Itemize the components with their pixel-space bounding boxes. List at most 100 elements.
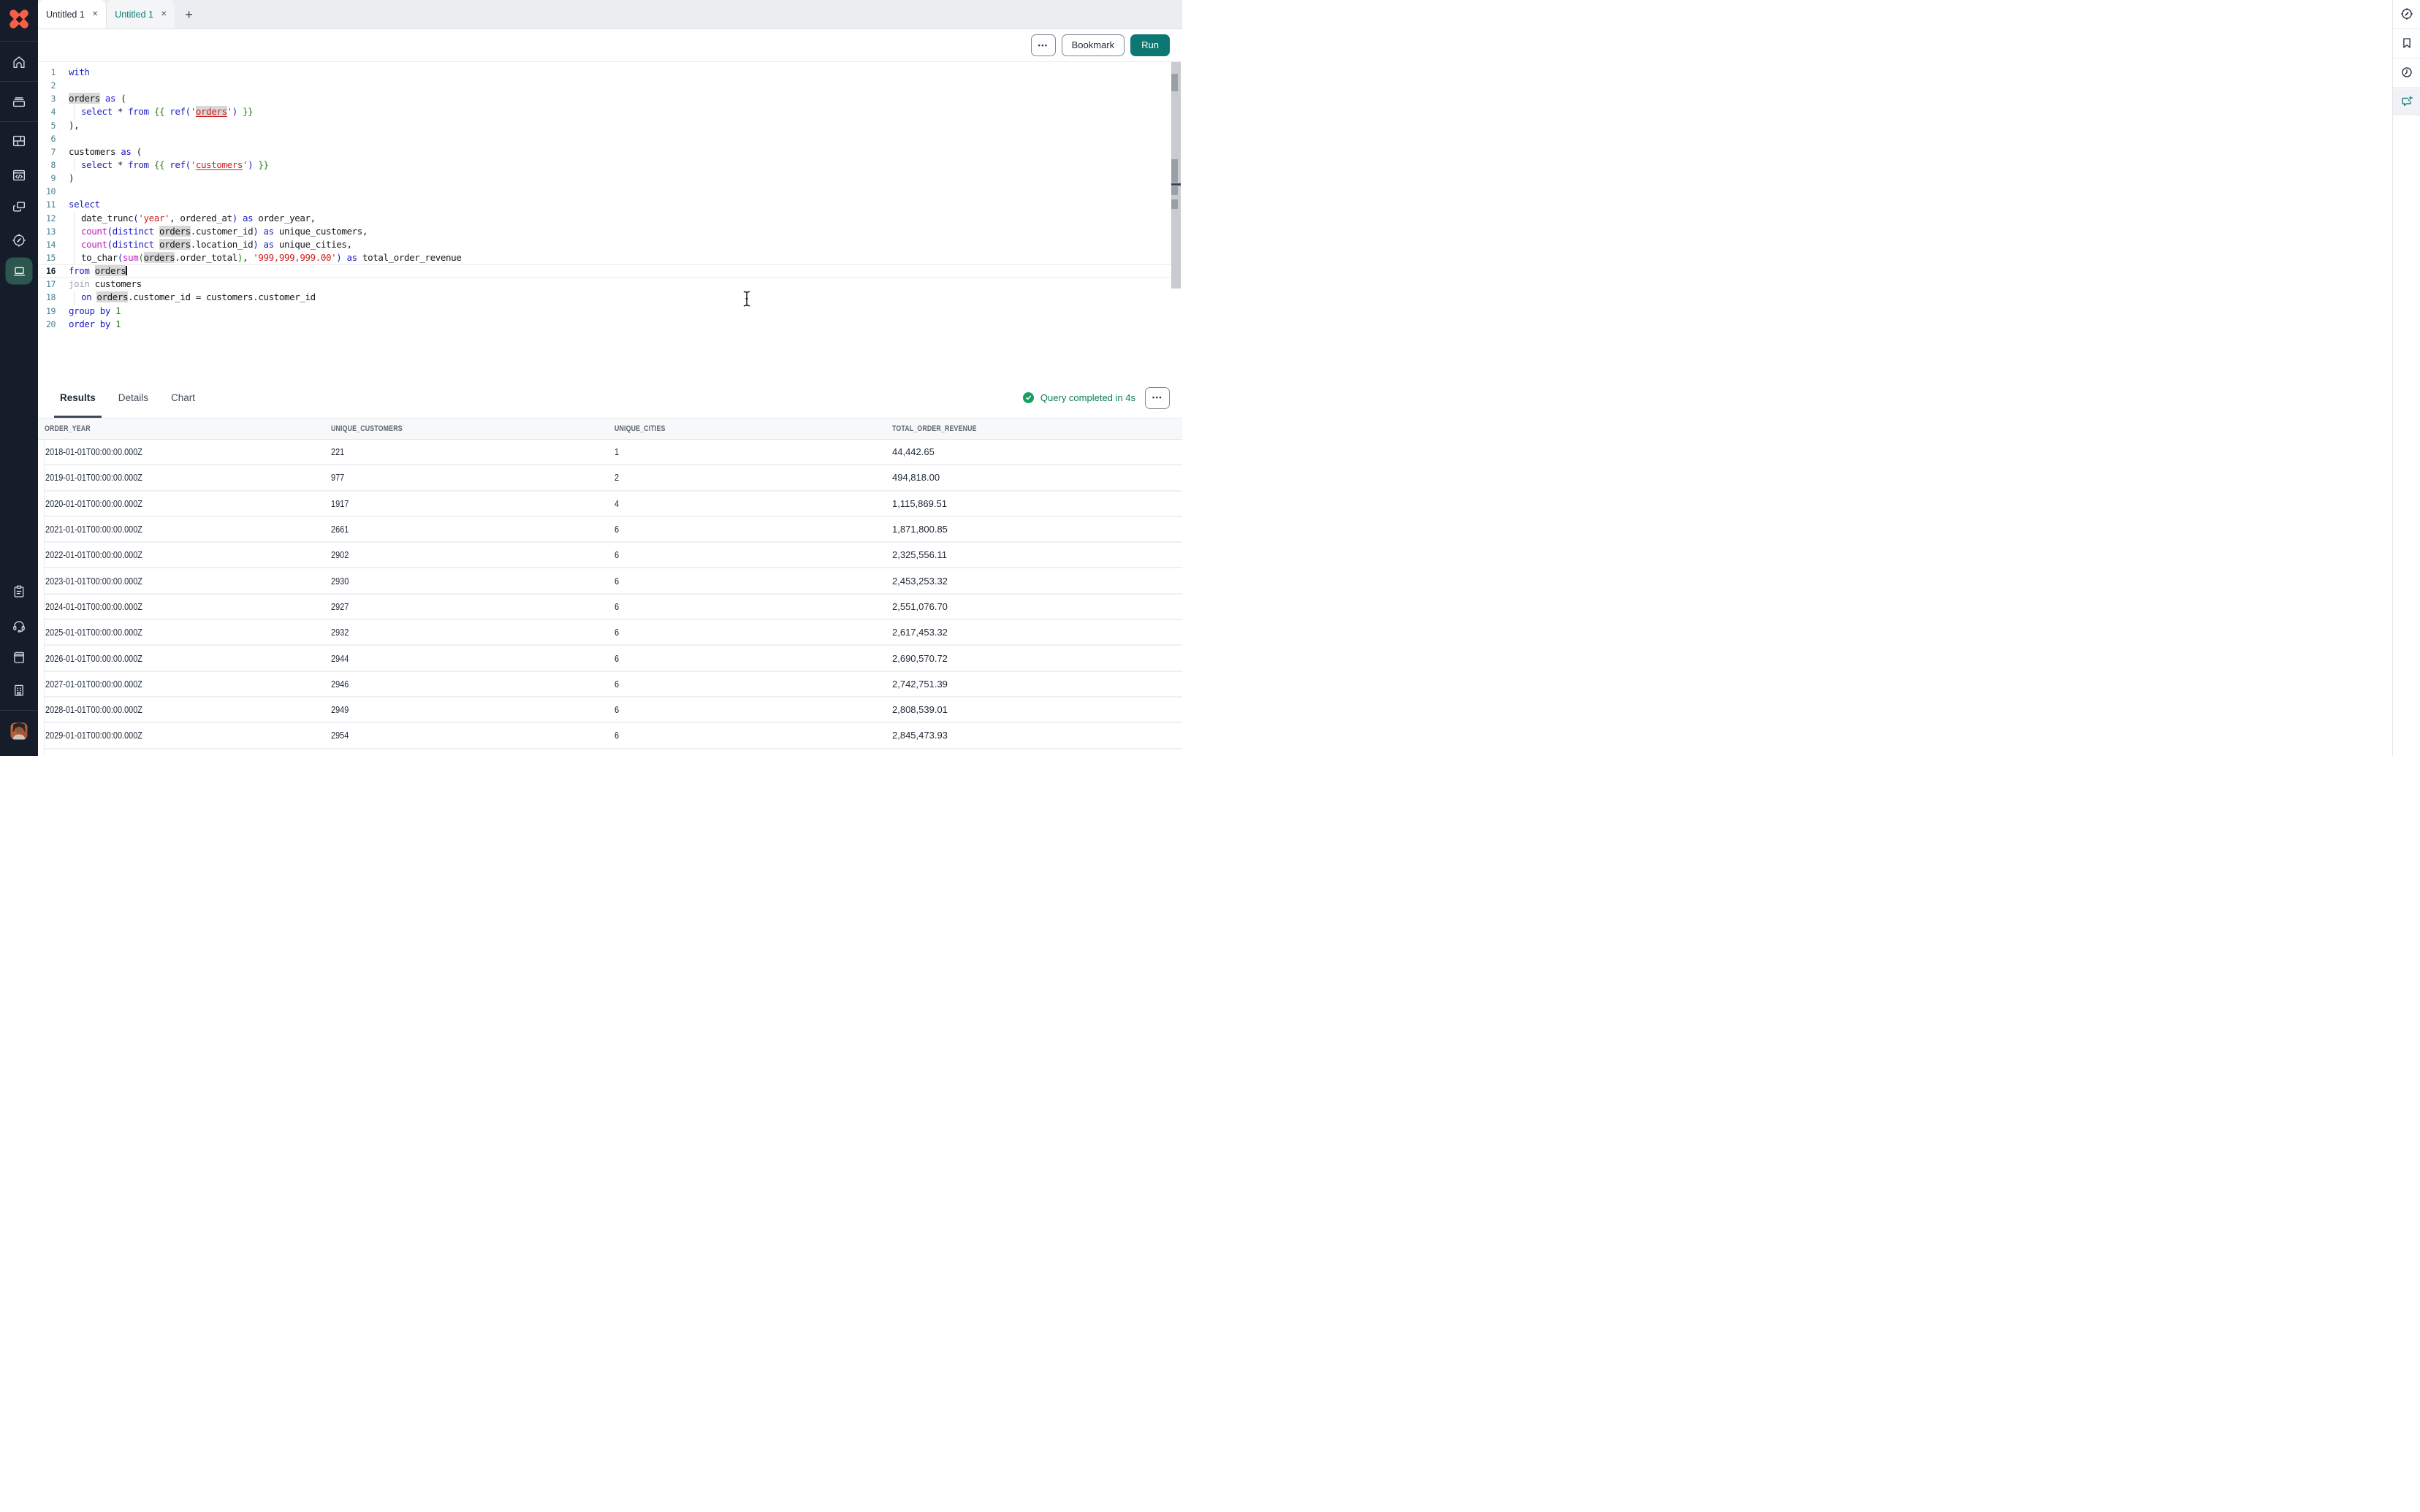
home-icon[interactable] [11,54,27,70]
column-header[interactable]: UNIQUE_CITIES [614,424,892,433]
line-number: 16 [38,265,60,277]
sql-editor[interactable]: 1with23orders as (4select * from {{ ref(… [38,62,1182,378]
table-row[interactable]: 2021-01-01T00:00:00.000Z266161,871,800.8… [45,517,1182,543]
tab-close-icon[interactable]: ✕ [161,11,167,18]
code-line[interactable]: 10 [38,185,1182,198]
tab-label: Untitled 1 [115,9,153,20]
table-row[interactable]: 2023-01-01T00:00:00.000Z293062,453,253.3… [45,568,1182,594]
workstation-laptop-icon[interactable] [6,258,33,285]
bookmark-button[interactable]: Bookmark [1062,34,1125,56]
code-line[interactable]: 1with [38,66,1182,79]
column-header[interactable]: UNIQUE_CUSTOMERS [331,424,614,433]
table-row[interactable]: 2018-01-01T00:00:00.000Z221144,442.65 [45,440,1182,465]
support-headset-icon[interactable] [12,619,27,634]
table-cell: 6 [614,549,892,560]
results-tab-results[interactable]: Results [58,378,97,418]
table-cell: 2930 [331,576,614,587]
code-line[interactable]: 18on orders.customer_id = customers.cust… [38,291,1182,304]
code-line[interactable]: 5), [38,119,1182,132]
apps-grid-icon[interactable] [11,133,27,149]
code-line[interactable]: 11select [38,198,1182,211]
table-cell: 2021-01-01T00:00:00.000Z [45,524,331,535]
table-cell: 1 [614,446,892,457]
line-number: 11 [38,198,60,211]
query-status: Query completed in 4s ••• [1023,387,1182,409]
user-avatar[interactable] [11,723,28,740]
results-tab-details[interactable]: Details [117,378,150,418]
hex-logo-icon[interactable] [4,4,34,34]
table-cell: 2026-01-01T00:00:00.000Z [45,653,331,664]
ibeam-mouse-cursor [742,290,752,310]
line-number: 15 [38,251,60,264]
line-number: 19 [38,305,60,318]
table-row[interactable]: 2020-01-01T00:00:00.000Z191741,115,869.5… [45,492,1182,517]
ai-chat-sparkle-icon[interactable] [2400,94,2414,109]
line-number: 10 [38,185,60,198]
table-row[interactable]: 2029-01-01T00:00:00.000Z295462,845,473.9… [45,723,1182,749]
cell-toolbar: ••• Bookmark Run [38,29,1182,62]
line-number: 1 [38,66,60,79]
notebook-tab[interactable]: Untitled 1 ✕ [106,0,175,28]
code-cell-icon[interactable] [11,167,27,183]
tab-close-icon[interactable]: ✕ [92,11,98,18]
notebook-tab[interactable]: Untitled 1✕ [38,0,106,28]
code-line[interactable]: 7customers as ( [38,145,1182,159]
code-line[interactable]: 14count(distinct orders.location_id) as … [38,238,1182,251]
text-caret [126,266,127,275]
table-cell: 6 [614,730,892,741]
organization-building-icon[interactable] [12,683,27,698]
new-tab-button[interactable]: + [185,8,193,21]
code-line[interactable]: 16from orders [38,264,1182,278]
code-line[interactable]: 4select * from {{ ref('orders') }} [38,105,1182,118]
table-row[interactable]: 2025-01-01T00:00:00.000Z293262,617,453.3… [45,620,1182,646]
table-cell: 2,690,570.72 [892,653,1182,664]
table-cell: 2661 [331,524,614,535]
clipboard-icon[interactable] [12,584,27,600]
results-tab-chart[interactable]: Chart [170,378,197,418]
table-cell: 2018-01-01T00:00:00.000Z [45,446,331,457]
code-line[interactable]: 6 [38,132,1182,145]
more-options-button[interactable]: ••• [1031,34,1056,56]
column-header[interactable]: ORDER_YEAR [45,424,331,433]
editor-scrollbar[interactable] [1171,62,1181,289]
code-line[interactable]: 17join customers [38,278,1182,291]
code-line[interactable]: 15to_char(sum(orders.order_total), '999,… [38,251,1182,264]
code-line[interactable]: 2 [38,79,1182,92]
table-row[interactable]: 2022-01-01T00:00:00.000Z290262,325,556.1… [45,543,1182,568]
code-line[interactable]: 8select * from {{ ref('customers') }} [38,159,1182,172]
table-cell: 4 [614,498,892,509]
table-row[interactable]: 2028-01-01T00:00:00.000Z294962,808,539.0… [45,698,1182,723]
code-line[interactable]: 13count(distinct orders.customer_id) as … [38,225,1182,238]
line-number: 5 [38,119,60,132]
code-line[interactable]: 20order by 1 [38,318,1182,331]
line-number: 2 [38,79,60,92]
explore-compass-icon[interactable] [2400,7,2414,21]
table-cell: 2902 [331,549,614,560]
code-line[interactable]: 19group by 1 [38,305,1182,318]
table-cell: 2,453,253.32 [892,576,1182,587]
explore-compass-icon[interactable] [11,232,27,248]
docs-book-icon[interactable] [12,650,27,665]
code-line[interactable]: 3orders as ( [38,92,1182,105]
table-cell: 2,617,453.32 [892,627,1182,638]
history-clock-icon[interactable] [2400,66,2413,80]
table-row[interactable]: 2024-01-01T00:00:00.000Z292762,551,076.7… [45,595,1182,620]
line-number: 20 [38,318,60,331]
column-header[interactable]: TOTAL_ORDER_REVENUE [892,424,1182,433]
windows-multi-icon[interactable] [11,199,27,215]
results-more-button[interactable]: ••• [1145,387,1170,409]
run-button[interactable]: Run [1130,34,1170,56]
table-row[interactable]: 2026-01-01T00:00:00.000Z294462,690,570.7… [45,646,1182,671]
collections-tray-icon[interactable] [11,93,27,110]
line-number: 17 [38,278,60,291]
divider [0,41,38,42]
results-table: ORDER_YEARUNIQUE_CUSTOMERSUNIQUE_CITIEST… [38,418,1182,756]
code-line[interactable]: 12date_trunc('year', ordered_at) as orde… [38,212,1182,225]
bookmark-icon[interactable] [2400,37,2413,50]
table-row[interactable]: 2030-01-01T00:00:00.000Z287961,841,049.3… [45,749,1182,756]
table-row[interactable]: 2027-01-01T00:00:00.000Z294662,742,751.3… [45,672,1182,698]
code-line[interactable]: 9) [38,172,1182,185]
query-status-text: Query completed in 4s [1040,392,1135,403]
table-cell: 1,115,869.51 [892,498,1182,509]
table-row[interactable]: 2019-01-01T00:00:00.000Z9772494,818.00 [45,465,1182,491]
